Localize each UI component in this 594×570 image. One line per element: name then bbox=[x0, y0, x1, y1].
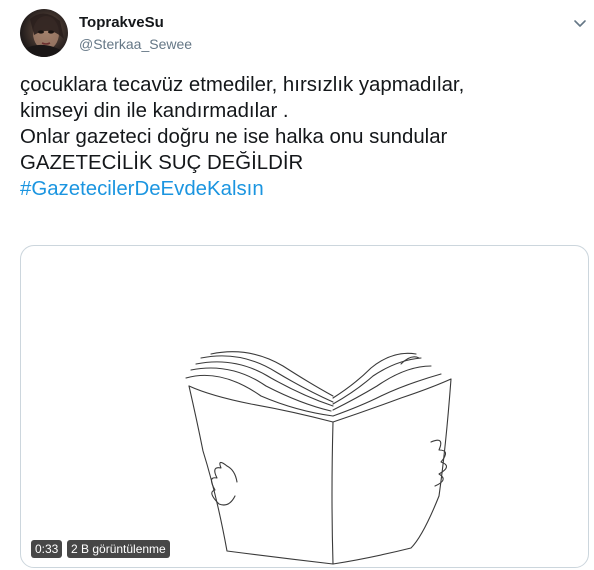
avatar[interactable] bbox=[20, 9, 68, 57]
tweet-line: kimseyi din ile kandırmadılar . bbox=[20, 100, 289, 122]
display-name[interactable]: ToprakveSu bbox=[79, 14, 164, 31]
user-handle[interactable]: @Sterkaa_Sewee bbox=[79, 36, 192, 52]
tweet-line: Onlar gazeteci doğru ne ise halka onu su… bbox=[20, 126, 448, 148]
hashtag-link[interactable]: #GazetecilerDeEvdeKalsın bbox=[20, 176, 580, 202]
newspaper-drawing bbox=[185, 351, 452, 565]
video-duration-badge: 0:33 bbox=[31, 540, 63, 558]
video-player[interactable]: 0:33 2 B görüntülenme bbox=[20, 245, 589, 568]
avatar-photo-icon bbox=[24, 13, 66, 57]
tweet-line: çocuklara tecavüz etmediler, hırsızlık y… bbox=[20, 74, 465, 96]
chevron-down-icon[interactable] bbox=[570, 13, 590, 33]
tweet-line: GAZETECİLİK SUÇ DEĞİLDİR bbox=[20, 152, 304, 174]
video-views-badge: 2 B görüntülenme bbox=[67, 540, 170, 558]
tweet-text: çocuklara tecavüz etmediler, hırsızlık y… bbox=[20, 72, 580, 202]
tweet: ToprakveSu @Sterkaa_Sewee çocuklara teca… bbox=[0, 0, 594, 570]
